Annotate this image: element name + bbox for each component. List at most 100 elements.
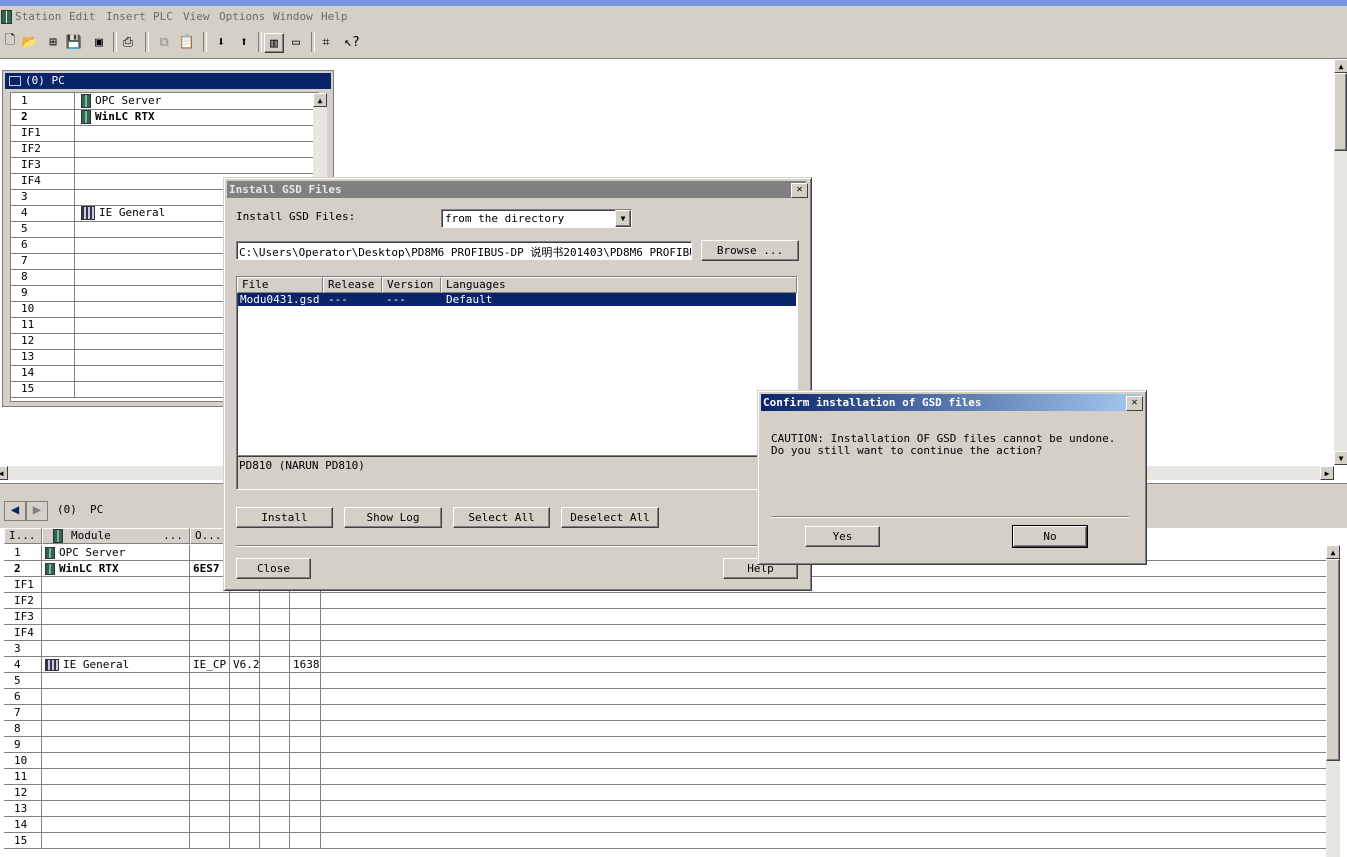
app-icon[interactable] xyxy=(1,10,12,24)
gsd-file-list[interactable]: File Release Version Languages Modu0431.… xyxy=(236,276,798,456)
show-log-button[interactable]: Show Log xyxy=(344,507,442,528)
detail-slot: 6 xyxy=(4,689,42,704)
no-button[interactable]: No xyxy=(1012,525,1088,548)
rack-row[interactable]: 2 WinLC RTX xyxy=(11,109,318,126)
gsd-file-row[interactable]: Modu0431.gsd --- --- Default xyxy=(238,293,796,306)
install-button[interactable]: Install xyxy=(236,507,333,528)
detail-mpi-address xyxy=(260,609,290,624)
yes-button[interactable]: Yes xyxy=(805,526,880,547)
table-row[interactable]: 4 IE General IE_CP V6.2. 16383 xyxy=(4,657,1326,673)
save-compile-icon[interactable]: ▣ xyxy=(90,33,108,51)
scroll-left-icon[interactable]: ◀ xyxy=(0,466,8,480)
table-row[interactable]: 14 xyxy=(4,817,1326,833)
col-header-file[interactable]: File xyxy=(237,277,323,293)
detail-module: OPC Server xyxy=(42,545,190,560)
detail-address xyxy=(290,785,321,800)
rack-slot-number: 1 xyxy=(11,93,75,109)
upload-icon[interactable]: ⬆ xyxy=(235,33,253,51)
install-gsd-dialog: Install GSD Files ✕ Install GSD Files: f… xyxy=(223,177,812,591)
config-icon[interactable]: ⌗ xyxy=(317,33,335,51)
close-icon[interactable]: ✕ xyxy=(1126,396,1143,411)
rack-slot-number: 12 xyxy=(11,333,75,349)
table-row[interactable]: 7 xyxy=(4,705,1326,721)
rack-slot-number: 7 xyxy=(11,253,75,269)
table-row[interactable]: 12 xyxy=(4,785,1326,801)
col-header-index[interactable]: I... xyxy=(4,528,42,544)
col-header-languages[interactable]: Languages xyxy=(441,277,797,293)
table-row[interactable]: 11 xyxy=(4,769,1326,785)
scroll-up-icon[interactable]: ▲ xyxy=(1334,59,1347,73)
menu-station[interactable]: Station xyxy=(15,10,61,23)
table-row[interactable]: IF4 xyxy=(4,625,1326,641)
menu-window[interactable]: Window xyxy=(273,10,313,23)
close-icon[interactable]: ✕ xyxy=(791,183,808,198)
table-row[interactable]: 15 xyxy=(4,833,1326,849)
table-row[interactable]: 9 xyxy=(4,737,1326,753)
open-icon[interactable]: 📂 xyxy=(21,33,39,51)
scroll-right-icon[interactable]: ▶ xyxy=(1320,466,1334,480)
copy-icon[interactable]: ⧉ xyxy=(155,33,173,51)
table-row[interactable]: 5 xyxy=(4,673,1326,689)
scroll-up-icon[interactable]: ▲ xyxy=(313,93,327,107)
close-button[interactable]: Close xyxy=(236,558,311,579)
chevron-down-icon[interactable]: ▼ xyxy=(615,210,631,227)
gsd-file-languages: Default xyxy=(446,293,493,306)
detail-order-number: IE_CP xyxy=(190,657,230,672)
help-icon[interactable]: ↖? xyxy=(343,33,361,51)
rack-row[interactable]: 1 OPC Server xyxy=(11,93,318,110)
menu-options[interactable]: Options xyxy=(219,10,265,23)
workspace-vscroll[interactable]: ▲ ▼ xyxy=(1334,59,1347,465)
rack-row[interactable]: IF2 xyxy=(11,141,318,158)
save-icon[interactable]: 💾 xyxy=(65,33,83,51)
menu-edit[interactable]: Edit xyxy=(69,10,96,23)
print-icon[interactable]: ⎙ xyxy=(119,33,137,51)
network-view-icon[interactable]: ▭ xyxy=(287,33,305,51)
rack-slot-number: 6 xyxy=(11,237,75,253)
detail-module xyxy=(42,785,190,800)
back-arrow-icon[interactable]: ◀ xyxy=(4,501,26,521)
scroll-thumb[interactable] xyxy=(1326,559,1340,761)
table-row[interactable]: IF2 xyxy=(4,593,1326,609)
detail-address xyxy=(290,641,321,656)
scroll-down-icon[interactable]: ▼ xyxy=(1334,451,1347,465)
rack-row[interactable]: IF1 xyxy=(11,125,318,142)
station-title-bar: (0) PC xyxy=(5,73,331,89)
download-icon[interactable]: ⬇ xyxy=(212,33,230,51)
menu-insert[interactable]: Insert xyxy=(106,10,146,23)
detail-address xyxy=(290,593,321,608)
menu-view[interactable]: View xyxy=(183,10,210,23)
browse-button[interactable]: Browse ... xyxy=(701,240,799,261)
rack-slot-number: 13 xyxy=(11,349,75,365)
table-row[interactable]: 8 xyxy=(4,721,1326,737)
menu-plc[interactable]: PLC xyxy=(153,10,173,23)
detail-module: WinLC RTX xyxy=(42,561,190,576)
network-icon[interactable]: ⊞ xyxy=(44,33,62,51)
detail-slot: 15 xyxy=(4,833,42,848)
table-row[interactable]: 6 xyxy=(4,689,1326,705)
select-all-button[interactable]: Select All xyxy=(453,507,550,528)
table-row[interactable]: IF3 xyxy=(4,609,1326,625)
table-row[interactable]: 10 xyxy=(4,753,1326,769)
new-icon[interactable]: 🗋 xyxy=(1,33,19,51)
scroll-up-icon[interactable]: ▲ xyxy=(1326,545,1340,559)
detail-module xyxy=(42,689,190,704)
detail-firmware xyxy=(230,817,260,832)
table-row[interactable]: 3 xyxy=(4,641,1326,657)
deselect-all-button[interactable]: Deselect All xyxy=(561,507,659,528)
paste-icon[interactable]: 📋 xyxy=(178,33,196,51)
source-select[interactable]: from the directory ▼ xyxy=(441,209,632,228)
menu-help[interactable]: Help xyxy=(321,10,348,23)
forward-arrow-icon[interactable]: ▶ xyxy=(26,501,48,521)
detail-address xyxy=(290,801,321,816)
col-header-version[interactable]: Version xyxy=(382,277,441,293)
detail-address xyxy=(290,609,321,624)
path-field[interactable]: C:\Users\Operator\Desktop\PD8M6 PROFIBUS… xyxy=(236,241,692,260)
detail-vscroll[interactable]: ▲ xyxy=(1326,545,1340,857)
table-row[interactable]: 13 xyxy=(4,801,1326,817)
col-header-module[interactable]: Module... xyxy=(42,528,190,544)
rack-row[interactable]: IF3 xyxy=(11,157,318,174)
catalog-icon[interactable]: ▥ xyxy=(264,33,284,53)
gsd-file-release: --- xyxy=(328,293,348,306)
scroll-thumb[interactable] xyxy=(1334,73,1347,151)
col-header-release[interactable]: Release xyxy=(323,277,382,293)
